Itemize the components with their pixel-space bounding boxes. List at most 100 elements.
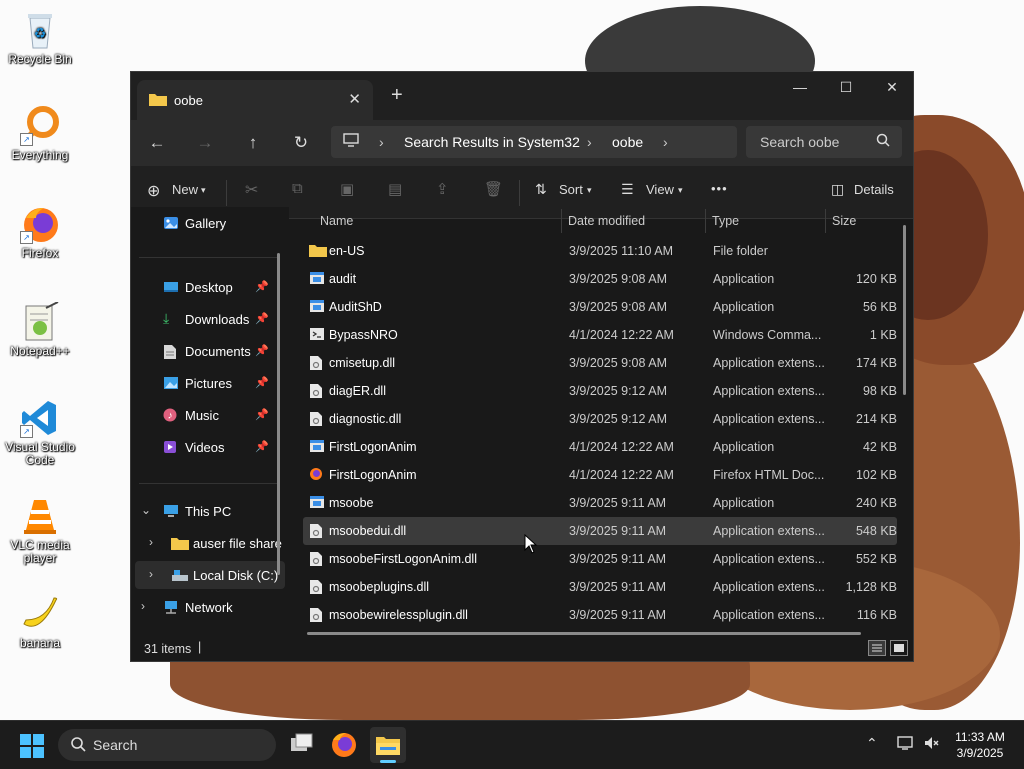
view-icon[interactable]: ☰ [621,181,634,198]
cut-icon[interactable]: ✂ [245,180,258,200]
file-row[interactable]: cmisetup.dll 3/9/2025 9:08 AM Application … [303,349,897,377]
address-bar[interactable]: › Search Results in System32 › oobe › [331,126,737,158]
up-arrow-icon[interactable]: ↑ [239,129,267,157]
chevron-down-icon[interactable]: ⌄ [141,503,151,517]
large-icons-view-icon[interactable] [890,640,908,656]
file-row[interactable]: BypassNRO 4/1/2024 12:22 AM Windows Comma.… [303,321,897,349]
file-name: diagER.dll [329,384,386,398]
desktop-icon-vlc[interactable]: VLC media player [2,496,78,565]
show-hidden-icons-chevron-icon[interactable]: ⌃ [866,735,878,752]
breadcrumb-chevron-icon[interactable]: › [587,134,592,150]
delete-icon[interactable]: 🗑 [484,180,503,198]
details-pane-icon[interactable]: ◫ [831,181,844,198]
maximize-button[interactable]: ☐ [823,72,869,102]
sort-icon[interactable]: ⇅ [535,181,547,198]
nav-item-pictures[interactable]: Pictures 📌 [135,369,285,397]
new-tab-button[interactable]: + [391,84,403,107]
file-row[interactable]: diagER.dll 3/9/2025 9:12 AM Application ex… [303,377,897,405]
svg-text:♪: ♪ [168,411,173,422]
copy-icon[interactable]: ⧉ [292,180,303,197]
nav-scrollbar[interactable] [277,253,280,575]
file-row[interactable]: msoobewirelessplugin.dll 3/9/2025 9:11 AM… [303,601,897,629]
tab-close-icon[interactable]: ✕ [348,90,361,108]
share-icon[interactable]: ⇪ [436,180,449,198]
column-separator[interactable] [705,209,706,233]
refresh-icon[interactable]: ↻ [287,129,315,157]
minimize-button[interactable]: — [777,72,823,102]
file-row[interactable]: AuditShD 3/9/2025 9:08 AM Application 56 KB [303,293,897,321]
file-row[interactable]: msoobedui.dll 3/9/2025 9:11 AM Application… [303,517,897,545]
pin-icon[interactable]: 📌 [255,376,269,389]
breadcrumb-chevron-icon[interactable]: › [663,134,668,150]
nav-item-auser-file-share[interactable]: › auser file share [135,529,285,557]
volume-muted-icon[interactable] [923,735,939,754]
rename-icon[interactable]: ▤ [388,180,402,198]
column-header-date[interactable]: Date modified [568,214,645,228]
column-header-type[interactable]: Type [712,214,739,228]
file-row[interactable]: en-US 3/9/2025 11:10 AM File folder [303,237,897,265]
view-button[interactable]: View [646,182,674,197]
system-clock[interactable]: 11:33 AM 3/9/2025 [942,729,1018,761]
new-plus-icon[interactable]: ⊕ [147,181,160,201]
vertical-scrollbar[interactable] [903,225,906,395]
breadcrumb-search-results[interactable]: Search Results in System32 [404,134,580,150]
taskbar-file-explorer[interactable] [370,727,406,763]
details-button[interactable]: Details [854,182,894,197]
paste-icon[interactable]: ▣ [340,180,354,198]
nav-item-this-pc[interactable]: ⌄ This PC [135,497,285,525]
breadcrumb-chevron-icon[interactable]: › [379,134,384,150]
nav-item-downloads[interactable]: ⤓ Downloads 📌 [135,305,285,333]
file-row[interactable]: msoobeplugins.dll 3/9/2025 9:11 AM Applica… [303,573,897,601]
column-separator[interactable] [825,209,826,233]
taskbar-search-box[interactable]: Search [58,729,276,761]
file-size: 240 KB [855,496,897,510]
back-arrow-icon[interactable]: ← [143,129,171,157]
column-header-size[interactable]: Size [832,214,856,228]
nav-item-documents[interactable]: Documents 📌 [135,337,285,365]
sort-button[interactable]: Sort [559,182,583,197]
desktop-icon-everything[interactable]: ↗ Everything [2,106,78,162]
taskbar-firefox[interactable] [326,727,362,763]
details-view-icon[interactable] [868,640,886,656]
desktop-icon-firefox[interactable]: ↗ Firefox [2,204,78,260]
desktop-icon-recycle-bin[interactable]: ♻ Recycle Bin [2,10,78,66]
nav-item-videos[interactable]: Videos 📌 [135,433,285,461]
close-button[interactable]: ✕ [869,72,913,102]
column-separator[interactable] [561,209,562,233]
start-button[interactable] [20,734,44,763]
search-box[interactable]: Search oobe [746,126,902,158]
network-status-icon[interactable] [897,735,915,754]
desktop-icon-notepad-plus-plus[interactable]: Notepad++ [2,301,78,358]
desktop-icon-banana[interactable]: banana [2,594,78,650]
nav-item-desktop[interactable]: Desktop 📌 [135,273,285,301]
file-row[interactable]: audit 3/9/2025 9:08 AM Application 120 KB [303,265,897,293]
more-options-button[interactable]: ••• [711,181,728,196]
file-row[interactable]: FirstLogonAnim 4/1/2024 12:22 AM Firefox H… [303,461,897,489]
chevron-right-icon[interactable]: › [149,567,153,581]
notepad-plus-plus-icon [20,301,60,342]
pin-icon[interactable]: 📌 [255,440,269,453]
chevron-right-icon[interactable]: › [149,535,153,549]
nav-item-local-disk[interactable]: › Local Disk (C:) [135,561,285,589]
file-row[interactable]: FirstLogonAnim 4/1/2024 12:22 AM Applicati… [303,433,897,461]
nav-item-network[interactable]: › Network [135,593,285,621]
breadcrumb-oobe[interactable]: oobe [612,134,643,150]
task-view-button[interactable] [284,727,320,763]
title-bar[interactable]: oobe ✕ + — ☐ ✕ [131,72,913,120]
file-row[interactable]: diagnostic.dll 3/9/2025 9:12 AM Applicatio… [303,405,897,433]
pin-icon[interactable]: 📌 [255,344,269,357]
tab-oobe[interactable]: oobe ✕ [137,80,373,120]
pin-icon[interactable]: 📌 [255,280,269,293]
file-row[interactable]: msoobeFirstLogonAnim.dll 3/9/2025 9:11 AM… [303,545,897,573]
desktop-icon-vscode[interactable]: ↗ Visual Studio Code [2,398,78,467]
chevron-right-icon[interactable]: › [141,599,145,613]
pin-icon[interactable]: 📌 [255,408,269,421]
column-header-name[interactable]: Name [320,214,353,228]
new-button[interactable]: New [172,182,198,197]
pin-icon[interactable]: 📌 [255,312,269,325]
horizontal-scrollbar[interactable] [307,632,861,635]
file-row[interactable]: msoobe 3/9/2025 9:11 AM Application 240 KB [303,489,897,517]
nav-item-music[interactable]: ♪ Music 📌 [135,401,285,429]
nav-item-gallery[interactable]: Gallery [135,209,285,237]
forward-arrow-icon[interactable]: → [191,129,219,157]
